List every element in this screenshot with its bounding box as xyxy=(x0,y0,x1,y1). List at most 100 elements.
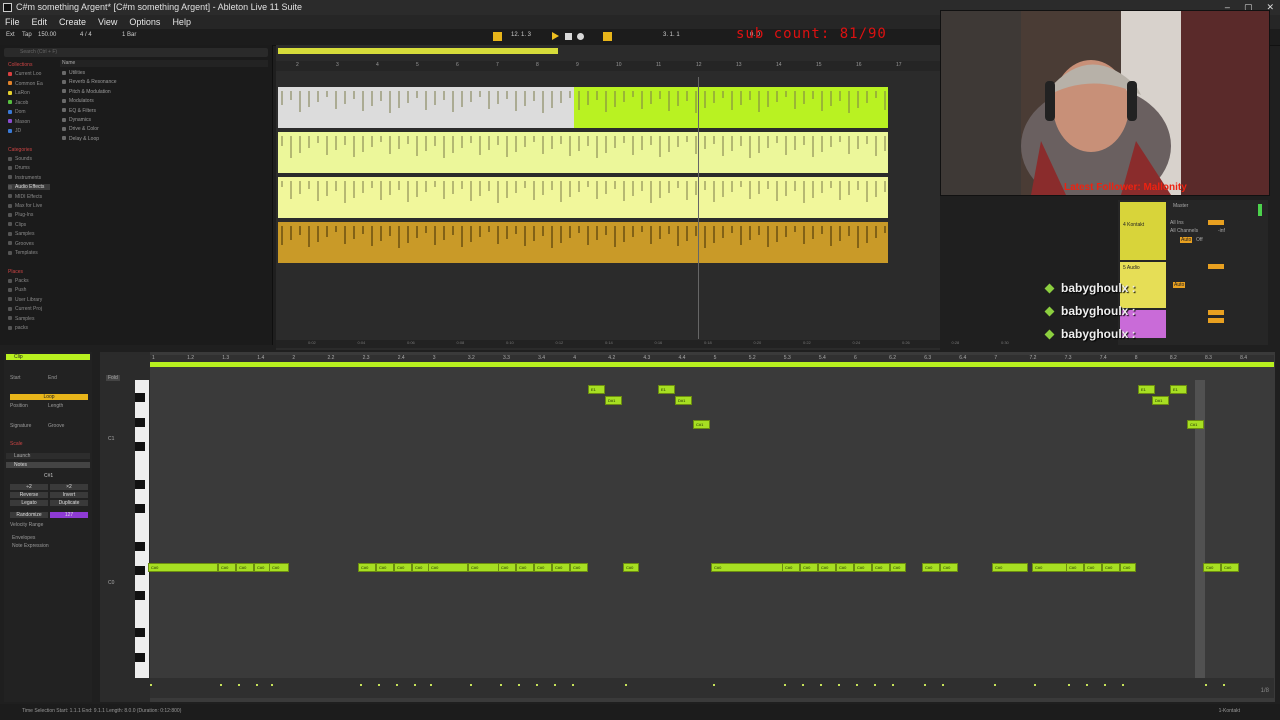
velocity-marker[interactable] xyxy=(802,684,804,686)
midi-note[interactable]: C#1 xyxy=(693,420,710,429)
browser-folder-item[interactable]: Pitch & Modulation xyxy=(62,89,111,95)
quantize-menu[interactable]: 1 Bar xyxy=(122,32,136,38)
arrangement-beat-ruler[interactable]: 2 3 4 5 6 7 8 9 10 11 12 13 14 15 16 17 xyxy=(276,61,940,71)
midi-note[interactable]: C#0 xyxy=(552,563,570,572)
velocity-marker[interactable] xyxy=(572,684,574,686)
envelopes-section[interactable]: Envelopes xyxy=(12,535,35,541)
midi-note[interactable]: C#0 xyxy=(940,563,958,572)
velocity-marker[interactable] xyxy=(874,684,876,686)
category-item[interactable]: Max for Live xyxy=(8,203,42,209)
place-item[interactable]: Samples xyxy=(8,316,34,322)
velocity-marker[interactable] xyxy=(1034,684,1036,686)
browser-search-input[interactable]: Search (Ctrl + F) xyxy=(4,48,268,57)
midi-note[interactable]: E1 xyxy=(1170,385,1187,394)
velocity-marker[interactable] xyxy=(430,684,432,686)
velocity-marker[interactable] xyxy=(1223,684,1225,686)
velocity-marker[interactable] xyxy=(1122,684,1124,686)
collection-item[interactable]: Common Ea xyxy=(8,81,43,87)
collection-item[interactable]: Mason xyxy=(8,119,30,125)
midi-note[interactable]: C#0 xyxy=(534,563,552,572)
midi-note[interactable]: D#1 xyxy=(675,396,692,405)
black-key[interactable] xyxy=(135,591,145,601)
menu-view[interactable]: View xyxy=(98,15,117,29)
midi-note[interactable]: C#0 xyxy=(358,563,376,572)
velocity-marker[interactable] xyxy=(554,684,556,686)
midi-note[interactable]: C#1 xyxy=(1187,420,1204,429)
velocity-marker[interactable] xyxy=(784,684,786,686)
midi-note[interactable]: C#0 xyxy=(711,563,783,572)
black-key[interactable] xyxy=(135,653,145,663)
velocity-marker[interactable] xyxy=(1205,684,1207,686)
midi-note[interactable]: C#0 xyxy=(1221,563,1239,572)
velocity-marker[interactable] xyxy=(838,684,840,686)
menu-options[interactable]: Options xyxy=(129,15,160,29)
midi-note[interactable]: C#0 xyxy=(428,563,468,572)
record-icon[interactable] xyxy=(577,33,584,40)
browser-folder-item[interactable]: Delay & Loop xyxy=(62,136,99,142)
input-type-select[interactable]: All Ins xyxy=(1170,220,1184,226)
category-item[interactable]: MIDI Effects xyxy=(8,194,42,200)
black-key[interactable] xyxy=(135,479,145,489)
collection-item[interactable]: Dom xyxy=(8,109,26,115)
activator-button[interactable] xyxy=(1208,220,1224,225)
midi-note[interactable]: C#0 xyxy=(218,563,236,572)
category-item[interactable]: Instruments xyxy=(8,175,41,181)
midi-note[interactable]: C#0 xyxy=(800,563,818,572)
launch-section[interactable]: Launch xyxy=(6,453,90,459)
velocity-marker[interactable] xyxy=(414,684,416,686)
follow-button[interactable] xyxy=(493,32,502,41)
menu-help[interactable]: Help xyxy=(172,15,191,29)
loop-start-field[interactable]: 3. 1. 1 xyxy=(663,32,680,38)
browser-folder-item[interactable]: EQ & Filters xyxy=(62,108,96,114)
invert-button[interactable]: Invert xyxy=(50,492,88,498)
stop-icon[interactable] xyxy=(565,33,572,40)
category-item[interactable]: Grooves xyxy=(8,241,34,247)
velocity-marker[interactable] xyxy=(271,684,273,686)
play-icon[interactable] xyxy=(552,32,559,40)
collection-item[interactable]: Current Loo xyxy=(8,71,41,77)
volume-readout[interactable]: -inf xyxy=(1218,228,1225,234)
monitor-off-button[interactable]: Off xyxy=(1196,237,1203,243)
track-header-kontakt[interactable]: 4 Kontakt xyxy=(1120,202,1166,260)
midi-note[interactable]: C#0 xyxy=(1120,563,1136,572)
velocity-marker[interactable] xyxy=(713,684,715,686)
input-channel-select[interactable]: All Channels xyxy=(1170,228,1198,234)
activator-button-4[interactable] xyxy=(1208,318,1224,323)
midi-note[interactable]: D#1 xyxy=(605,396,622,405)
midi-note[interactable]: C#0 xyxy=(570,563,588,572)
velocity-marker[interactable] xyxy=(536,684,538,686)
fold-button[interactable]: Fold xyxy=(106,375,120,381)
midi-note[interactable]: C#0 xyxy=(836,563,854,572)
velocity-marker[interactable] xyxy=(1068,684,1070,686)
ext-sync-button[interactable]: Ext xyxy=(6,32,15,38)
browser-folder-item[interactable]: Reverb & Resonance xyxy=(62,79,117,85)
velocity-marker[interactable] xyxy=(220,684,222,686)
midi-note[interactable]: C#0 xyxy=(516,563,534,572)
midi-note[interactable]: C#0 xyxy=(1203,563,1221,572)
velocity-marker[interactable] xyxy=(238,684,240,686)
midi-note[interactable]: C#0 xyxy=(269,563,289,572)
category-item[interactable]: Plug-Ins xyxy=(8,212,33,218)
velocity-marker[interactable] xyxy=(518,684,520,686)
menu-edit[interactable]: Edit xyxy=(32,15,48,29)
collection-item[interactable]: JD xyxy=(8,128,21,134)
arrangement-loop-brace[interactable] xyxy=(278,48,558,54)
midi-note[interactable]: C#0 xyxy=(394,563,412,572)
midi-note[interactable]: C#0 xyxy=(992,563,1028,572)
velocity-marker[interactable] xyxy=(500,684,502,686)
duplicate-button[interactable]: Duplicate xyxy=(50,500,88,506)
midi-note[interactable]: D#1 xyxy=(1152,396,1169,405)
midi-note[interactable]: C#0 xyxy=(890,563,906,572)
velocity-marker[interactable] xyxy=(924,684,926,686)
midi-note[interactable]: C#0 xyxy=(1084,563,1102,572)
midi-note[interactable]: C#0 xyxy=(498,563,516,572)
velocity-marker[interactable] xyxy=(360,684,362,686)
piano-roll-loop-bar[interactable] xyxy=(150,362,1274,367)
midi-note[interactable]: C#0 xyxy=(236,563,254,572)
black-key[interactable] xyxy=(135,417,145,427)
black-key[interactable] xyxy=(135,628,145,638)
black-key[interactable] xyxy=(135,504,145,514)
velocity-marker[interactable] xyxy=(378,684,380,686)
midi-note[interactable]: C#0 xyxy=(1102,563,1120,572)
category-item[interactable]: Audio Effects xyxy=(8,184,50,191)
